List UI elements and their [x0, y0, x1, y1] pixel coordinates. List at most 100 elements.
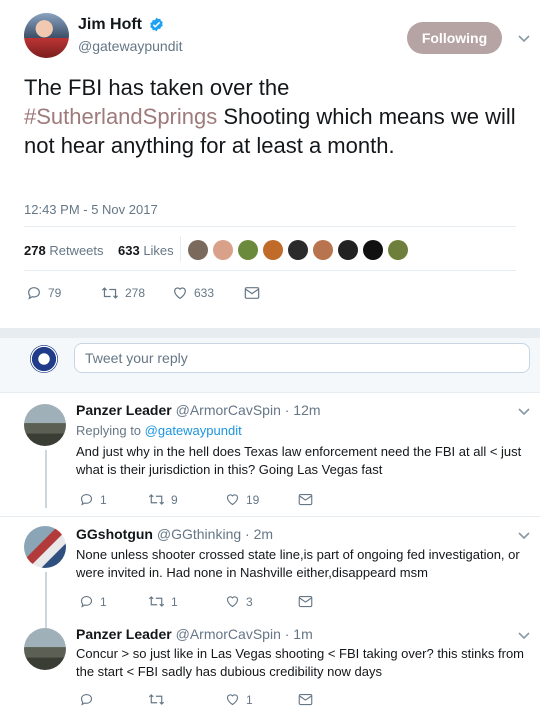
thread-line	[45, 450, 47, 508]
divider	[0, 392, 540, 393]
like-button[interactable]: 19	[225, 492, 259, 507]
reply-time[interactable]: · 2m	[245, 526, 273, 542]
envelope-icon	[298, 595, 313, 608]
reply-count: 1	[100, 492, 107, 507]
chevron-down-icon[interactable]	[517, 628, 531, 642]
liker-avatar[interactable]	[313, 240, 333, 260]
reply-avatar[interactable]	[24, 404, 66, 446]
author-name[interactable]: Jim Hoft	[78, 16, 142, 34]
retweet-count: 1	[171, 594, 178, 609]
chevron-down-icon[interactable]	[517, 528, 531, 542]
message-button[interactable]	[298, 493, 313, 506]
reply-author-name[interactable]: Panzer Leader	[76, 402, 172, 418]
divider	[0, 516, 540, 517]
like-count: 633	[194, 286, 215, 300]
thread-line	[45, 572, 47, 630]
section-divider	[0, 328, 540, 338]
retweets-count[interactable]: 278	[24, 243, 46, 258]
retweet-icon	[148, 596, 165, 607]
message-button[interactable]	[298, 693, 313, 706]
replying-to-link[interactable]: @gatewaypundit	[145, 423, 242, 438]
retweet-button[interactable]	[148, 692, 171, 707]
heart-icon	[174, 287, 186, 300]
heart-icon	[226, 494, 239, 506]
following-button[interactable]: Following	[407, 22, 502, 54]
reply-author-handle[interactable]: @GGthinking	[157, 526, 241, 542]
divider	[24, 226, 516, 227]
retweet-button[interactable]: 278	[101, 285, 145, 301]
reply-avatar[interactable]	[24, 628, 66, 670]
retweet-icon	[148, 694, 165, 705]
tweet-timestamp[interactable]: 12:43 PM - 5 Nov 2017	[24, 202, 158, 217]
reply-input[interactable]: Tweet your reply	[74, 343, 530, 373]
reply-header: Panzer Leader @ArmorCavSpin · 1m	[76, 626, 313, 642]
reply-icon	[28, 287, 40, 300]
heart-icon	[226, 596, 239, 608]
retweet-icon	[148, 494, 165, 505]
like-count: 19	[246, 492, 260, 507]
liker-avatar[interactable]	[388, 240, 408, 260]
reply-button[interactable]: 1	[79, 594, 107, 609]
reply-text: Concur > so just like in Las Vegas shoot…	[76, 646, 524, 679]
envelope-icon	[244, 287, 260, 299]
liker-avatar[interactable]	[338, 240, 358, 260]
reply-author-name[interactable]: GGshotgun	[76, 526, 153, 542]
reply-header: Panzer Leader @ArmorCavSpin · 12m	[76, 402, 321, 418]
likes-label[interactable]: Likes	[143, 243, 173, 258]
stats-separator	[180, 236, 181, 262]
reply-button[interactable]: 1	[79, 492, 107, 507]
reply-time[interactable]: · 1m	[285, 626, 313, 642]
liker-avatar[interactable]	[213, 240, 233, 260]
reply-author-handle[interactable]: @ArmorCavSpin	[176, 626, 281, 642]
message-button[interactable]	[298, 595, 313, 608]
hashtag-link[interactable]: #SutherlandSprings	[24, 104, 217, 129]
retweet-button[interactable]: 9	[148, 492, 178, 507]
reply-count: 79	[48, 286, 62, 300]
reply-author-name[interactable]: Panzer Leader	[76, 626, 172, 642]
retweet-button[interactable]: 1	[148, 594, 178, 609]
author-handle[interactable]: @gatewaypundit	[78, 38, 183, 54]
like-count: 3	[246, 594, 253, 609]
engagement-stats: 278 Retweets 633 Likes	[24, 243, 174, 258]
liker-avatar[interactable]	[263, 240, 283, 260]
reply-icon	[80, 493, 93, 506]
tweet-text-before: The FBI has taken over the	[24, 75, 290, 100]
like-button[interactable]: 1	[225, 692, 253, 707]
tweet-text: The FBI has taken over the #SutherlandSp…	[24, 73, 524, 160]
liker-avatar[interactable]	[363, 240, 383, 260]
replying-to-prefix: Replying to	[76, 423, 142, 438]
like-button[interactable]: 3	[225, 594, 253, 609]
reply-count: 1	[100, 594, 107, 609]
reply-icon	[80, 595, 93, 608]
reply-text: None unless shooter crossed state line,i…	[76, 547, 520, 580]
reply-icon	[80, 693, 93, 706]
user-avatar	[30, 345, 58, 373]
heart-icon	[226, 694, 239, 706]
reply-avatar[interactable]	[24, 526, 66, 568]
reply-button[interactable]: 79	[26, 285, 61, 301]
reply-text: And just why in the hell does Texas law …	[76, 444, 522, 477]
like-button[interactable]: 633	[172, 285, 214, 301]
divider	[24, 270, 516, 271]
verified-icon	[149, 17, 164, 32]
liker-avatar[interactable]	[188, 240, 208, 260]
envelope-icon	[298, 493, 313, 506]
liker-avatar[interactable]	[238, 240, 258, 260]
reply-author-handle[interactable]: @ArmorCavSpin	[176, 402, 281, 418]
liker-avatar[interactable]	[288, 240, 308, 260]
reply-header: GGshotgun @GGthinking · 2m	[76, 526, 273, 542]
author-avatar[interactable]	[24, 13, 69, 58]
like-count: 1	[246, 692, 253, 707]
chevron-down-icon[interactable]	[517, 404, 531, 418]
retweets-label[interactable]: Retweets	[49, 243, 103, 258]
retweet-count: 9	[171, 492, 178, 507]
reply-time[interactable]: · 12m	[285, 402, 321, 418]
retweet-count: 278	[125, 286, 146, 300]
retweet-icon	[101, 287, 119, 299]
likes-count[interactable]: 633	[118, 243, 140, 258]
envelope-icon	[298, 693, 313, 706]
reply-button[interactable]	[79, 692, 100, 707]
replying-to: Replying to @gatewaypundit	[76, 422, 242, 440]
message-button[interactable]	[244, 286, 260, 300]
chevron-down-icon[interactable]	[517, 31, 531, 45]
